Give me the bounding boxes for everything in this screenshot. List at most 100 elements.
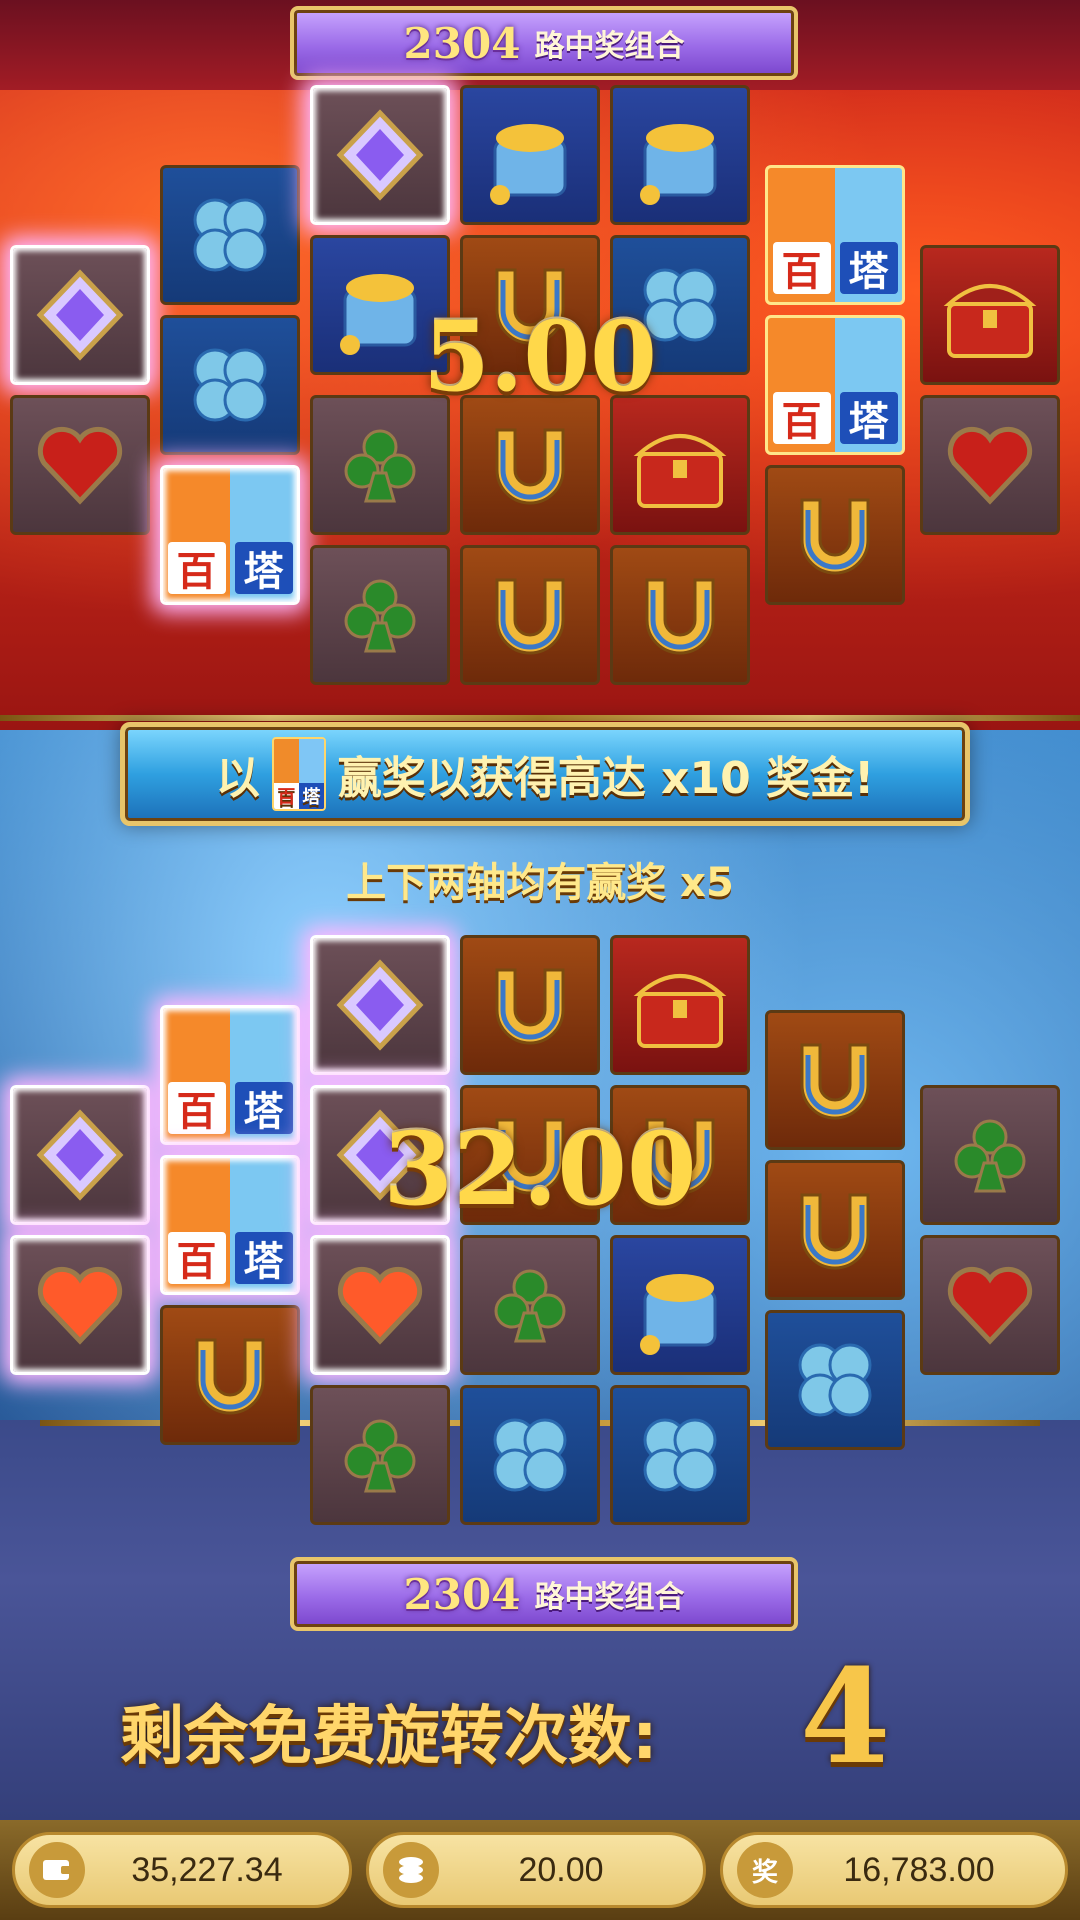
ways-label: 路中奖组合 [534, 29, 685, 64]
symbol-club [460, 1235, 600, 1375]
clover-icon [193, 348, 267, 422]
balance-display[interactable]: 35,227.34 [12, 1832, 352, 1908]
treasure-chest-icon [633, 974, 727, 1048]
wild-label: 百 塔 [768, 392, 902, 445]
diamond-icon [336, 959, 424, 1051]
wild-label: 百 塔 [163, 1232, 297, 1285]
bottom-ways-banner: 2304 路中奖组合 [290, 1557, 798, 1631]
clover-icon [493, 1418, 567, 1492]
wallet-icon [29, 1842, 85, 1898]
symbol-diamond [310, 85, 450, 225]
heart-icon [37, 1266, 123, 1345]
symbol-gold-pot [610, 1235, 750, 1375]
symbol-heart [920, 1235, 1060, 1375]
heart-icon [337, 1266, 423, 1345]
divider-gold [0, 715, 1080, 721]
symbol-diamond [310, 935, 450, 1075]
symbol-club [310, 1385, 450, 1525]
wild-badge-icon: 百塔 [271, 737, 326, 811]
symbol-diamond [10, 1085, 150, 1225]
symbol-horseshoe [160, 1305, 300, 1445]
symbol-gold-pot [610, 85, 750, 225]
symbol-clover [765, 1310, 905, 1450]
coin-stack-icon [383, 1842, 439, 1898]
symbol-club [920, 1085, 1060, 1225]
top-win-amount: 5.00 [423, 300, 657, 413]
horseshoe-icon [800, 1043, 870, 1120]
heart-icon [947, 1266, 1033, 1345]
club-icon [344, 579, 416, 653]
promo-suffix: 赢奖以获得高达 x10 奖金! [337, 753, 875, 804]
promo-prefix: 以 [215, 753, 260, 804]
free-spins-label: 剩余免费旋转次数: [120, 1700, 658, 1774]
bottom-win-amount: 32.00 [383, 1110, 697, 1228]
symbol-clover [460, 1385, 600, 1525]
symbol-treasure-chest [610, 935, 750, 1075]
symbol-wild: 百 塔 [160, 1005, 300, 1145]
symbol-gold-pot [460, 85, 600, 225]
horseshoe-icon [495, 968, 565, 1045]
symbol-club [310, 395, 450, 535]
treasure-chest-icon [633, 434, 727, 508]
free-spins-count: 4 [800, 1640, 891, 1793]
diamond-icon [36, 269, 124, 361]
balance-value: 35,227.34 [131, 1850, 283, 1889]
symbol-horseshoe [610, 545, 750, 685]
symbol-heart [10, 395, 150, 535]
club-icon [954, 1119, 1026, 1193]
diamond-icon [336, 109, 424, 201]
symbol-heart [10, 1235, 150, 1375]
symbol-diamond [10, 245, 150, 385]
symbol-clover [610, 1385, 750, 1525]
horseshoe-icon [495, 428, 565, 505]
clover-icon [193, 198, 267, 272]
win-value: 16,783.00 [843, 1850, 995, 1889]
symbol-horseshoe [460, 935, 600, 1075]
wild-label: 百 塔 [163, 1082, 297, 1135]
symbol-wild: 百 塔 [765, 165, 905, 305]
symbol-horseshoe [460, 395, 600, 535]
symbol-wild: 百 塔 [160, 1155, 300, 1295]
club-icon [344, 429, 416, 503]
diamond-icon [36, 1109, 124, 1201]
horseshoe-icon [800, 1193, 870, 1270]
gold-pot-icon [640, 1274, 717, 1355]
win-display[interactable]: 奖 16,783.00 [720, 1832, 1068, 1908]
horseshoe-icon [645, 578, 715, 655]
wild-label: 百 塔 [768, 242, 902, 295]
symbol-treasure-chest [920, 245, 1060, 385]
symbol-horseshoe [765, 465, 905, 605]
bet-value: 20.00 [518, 1850, 604, 1889]
heart-icon [947, 426, 1033, 505]
bet-display[interactable]: 20.00 [366, 1832, 706, 1908]
symbol-horseshoe [765, 1010, 905, 1150]
symbol-horseshoe [765, 1160, 905, 1300]
promo-banner: 以 百塔 赢奖以获得高达 x10 奖金! [120, 722, 970, 826]
horseshoe-icon [195, 1338, 265, 1415]
heart-icon [37, 426, 123, 505]
symbol-wild: 百 塔 [765, 315, 905, 455]
multiplier-text: 上下两轴均有赢奖 x5 [346, 860, 734, 906]
symbol-horseshoe [460, 545, 600, 685]
ways-count: 2304 [403, 1569, 521, 1619]
symbol-club [310, 545, 450, 685]
club-icon [494, 1269, 566, 1343]
symbol-clover [160, 165, 300, 305]
clover-icon [798, 1343, 872, 1417]
win-badge-icon: 奖 [737, 1842, 793, 1898]
top-ways-banner: 2304 路中奖组合 [290, 6, 798, 80]
symbol-clover [160, 315, 300, 455]
symbol-heart [920, 395, 1060, 535]
symbol-wild: 百 塔 [160, 465, 300, 605]
ways-count: 2304 [403, 18, 521, 68]
horseshoe-icon [495, 578, 565, 655]
wild-label: 百 塔 [163, 542, 297, 595]
ways-label: 路中奖组合 [534, 1580, 685, 1615]
gold-pot-icon [640, 124, 717, 205]
gold-pot-icon [490, 124, 567, 205]
club-icon [344, 1419, 416, 1493]
treasure-chest-icon [943, 284, 1037, 358]
clover-icon [643, 1418, 717, 1492]
symbol-heart [310, 1235, 450, 1375]
symbol-treasure-chest [610, 395, 750, 535]
